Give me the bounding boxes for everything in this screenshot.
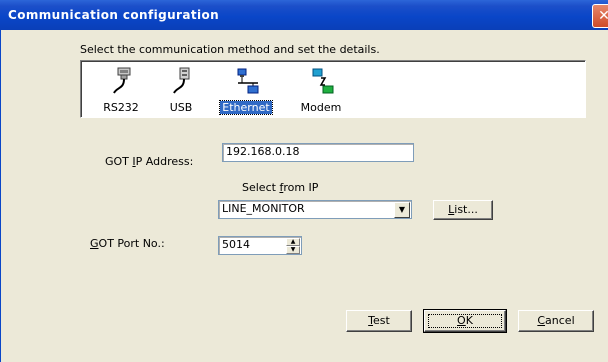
select-from-ip-label: Select from IP <box>242 181 319 194</box>
rs232-cable-icon <box>113 67 131 94</box>
list-button[interactable]: List... <box>433 200 493 220</box>
method-item-modem[interactable]: Modem <box>291 65 351 114</box>
instruction-text: Select the communication method and set … <box>80 43 380 56</box>
method-item-usb[interactable]: USB <box>151 65 211 114</box>
communication-configuration-dialog: Communication configuration ✕ Select the… <box>0 0 608 362</box>
spin-down-icon[interactable]: ▼ <box>286 246 300 254</box>
port-spin-control[interactable]: ▲ ▼ <box>286 238 300 255</box>
select-from-ip-combobox[interactable]: LINE_MONITOR ▼ <box>218 200 412 219</box>
usb-cable-icon <box>173 67 190 94</box>
ip-address-input[interactable]: 192.168.0.18 <box>222 143 414 162</box>
method-label-ethernet: Ethernet <box>219 100 273 115</box>
method-label-rs232: RS232 <box>103 101 139 114</box>
port-number-label: GOT Port No.: <box>90 237 165 250</box>
test-button[interactable]: Test <box>346 310 412 332</box>
close-icon: ✕ <box>598 8 608 24</box>
cancel-button[interactable]: Cancel <box>518 310 594 332</box>
spin-up-icon[interactable]: ▲ <box>286 238 300 246</box>
ok-button[interactable]: OK <box>423 309 507 333</box>
dialog-title: Communication configuration <box>8 8 220 22</box>
close-button[interactable]: ✕ <box>592 4 608 28</box>
ip-address-label: GOT IP Address: <box>105 155 194 168</box>
chevron-down-icon[interactable]: ▼ <box>394 202 410 218</box>
port-number-stepper[interactable]: 5014 ▲ ▼ <box>218 236 302 255</box>
method-label-modem: Modem <box>300 101 342 114</box>
method-item-rs232[interactable]: RS232 <box>91 65 151 114</box>
select-from-ip-value: LINE_MONITOR <box>222 202 305 215</box>
modem-network-icon <box>312 68 334 94</box>
communication-method-list: RS232 USB Ethernet Modem <box>80 60 586 118</box>
method-item-ethernet[interactable]: Ethernet <box>216 65 276 115</box>
title-bar[interactable]: Communication configuration ✕ <box>0 0 608 30</box>
focus-rectangle <box>428 314 502 328</box>
method-label-usb: USB <box>169 101 193 114</box>
port-number-value: 5014 <box>222 238 250 251</box>
ethernet-network-icon <box>237 68 259 94</box>
